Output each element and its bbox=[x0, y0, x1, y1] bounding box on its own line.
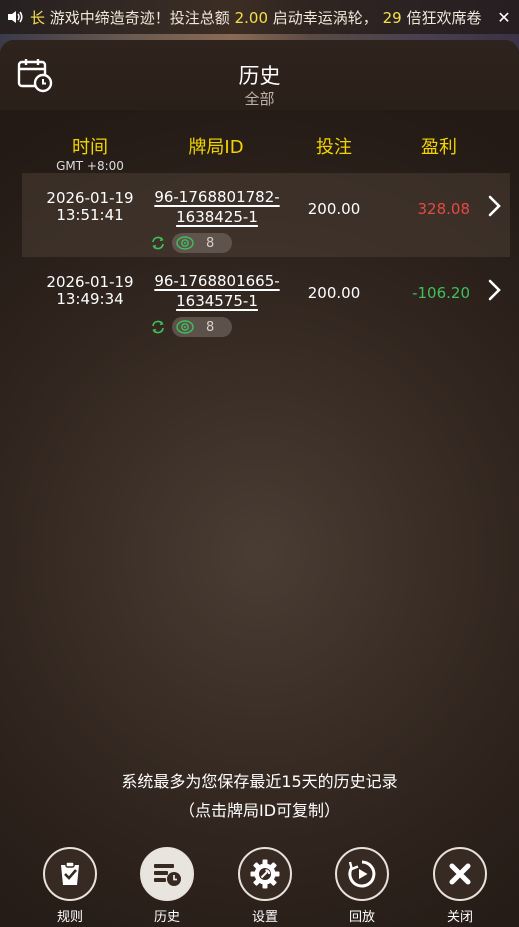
free-spin-count: 8 bbox=[206, 319, 215, 335]
row-datetime: 2026-01-19 13:49:34 bbox=[40, 274, 140, 308]
settings-button[interactable] bbox=[238, 847, 292, 901]
column-time-label: 时间 bbox=[72, 137, 108, 158]
nav-rules-label: 规则 bbox=[56, 910, 83, 925]
replay-button[interactable] bbox=[335, 847, 389, 901]
row-profit: -106.20 bbox=[412, 284, 470, 302]
row-bet: 200.00 bbox=[307, 284, 361, 302]
row-date: 2026-01-19 bbox=[46, 189, 134, 207]
table-header: 时间 GMT +8:00 牌局ID 投注 盈利 bbox=[0, 133, 519, 173]
round-id-line-2: 1634575-1 bbox=[176, 292, 258, 310]
table-row[interactable]: 2026-01-19 13:49:34 96-1768801665- 16345… bbox=[22, 257, 510, 341]
table-row[interactable]: 2026-01-19 13:51:41 96-1768801782- 16384… bbox=[22, 173, 510, 257]
row-profit: 328.08 bbox=[417, 200, 471, 218]
copy-hint: （点击牌局ID可复制） bbox=[178, 801, 341, 820]
row-date: 2026-01-19 bbox=[46, 273, 134, 291]
row-bet: 200.00 bbox=[307, 200, 361, 218]
refresh-icon bbox=[152, 320, 164, 334]
column-bet: 投注 bbox=[316, 137, 352, 158]
marquee-part-3: 倍狂欢席卷 bbox=[406, 8, 482, 27]
column-profit: 盈利 bbox=[421, 137, 457, 158]
column-round-id: 牌局ID bbox=[188, 137, 244, 158]
marquee-part-2: 启动幸运涡轮， bbox=[272, 8, 378, 27]
retention-note: 系统最多为您保存最近15天的历史记录 bbox=[121, 772, 398, 791]
nav-settings-label: 设置 bbox=[251, 910, 278, 925]
nav-replay[interactable]: 回放 bbox=[322, 847, 402, 925]
filter-subtitle[interactable]: 全部 bbox=[0, 88, 519, 109]
history-button[interactable] bbox=[140, 847, 194, 901]
nav-settings[interactable]: 设置 bbox=[225, 847, 305, 925]
gear-icon bbox=[250, 859, 280, 889]
replay-icon bbox=[348, 860, 376, 888]
announcement-marquee: 长 游戏中缔造奇迹！投注总额 2.00 启动幸运涡轮， 29 倍狂欢席卷 ✕ bbox=[0, 0, 519, 34]
nav-close[interactable]: 关闭 bbox=[420, 847, 500, 925]
marquee-text: 长 游戏中缔造奇迹！投注总额 2.00 启动幸运涡轮， 29 倍狂欢席卷 bbox=[30, 7, 489, 28]
chevron-right-icon[interactable] bbox=[484, 277, 506, 303]
free-spin-badge: 8 bbox=[172, 317, 232, 337]
nav-rules[interactable]: 规则 bbox=[30, 847, 110, 925]
row-meta: 8 bbox=[150, 317, 232, 337]
page-title: 历史 bbox=[238, 64, 281, 88]
eye-icon bbox=[176, 236, 194, 250]
round-id-line-2: 1638425-1 bbox=[176, 208, 258, 226]
nav-close-label: 关闭 bbox=[446, 910, 473, 925]
round-id-link[interactable]: 96-1768801782- 1638425-1 bbox=[150, 187, 284, 227]
eye-icon bbox=[176, 320, 194, 334]
nav-history[interactable]: 历史 bbox=[127, 847, 207, 925]
speaker-icon bbox=[0, 0, 30, 34]
round-id-line-1: 96-1768801782- bbox=[154, 188, 280, 206]
free-spin-count: 8 bbox=[206, 235, 215, 251]
bottom-nav: 规则 历史 设置 回放 关闭 bbox=[0, 847, 519, 927]
row-time: 13:49:34 bbox=[56, 290, 124, 308]
marquee-part-1: 游戏中缔造奇迹！投注总额 bbox=[49, 8, 230, 27]
close-button[interactable] bbox=[433, 847, 487, 901]
marquee-multiplier: 29 bbox=[382, 8, 402, 27]
round-id-link[interactable]: 96-1768801665- 1634575-1 bbox=[150, 271, 284, 311]
nav-history-label: 历史 bbox=[153, 910, 180, 925]
marquee-bet-amount: 2.00 bbox=[234, 8, 268, 27]
history-header: 历史 全部 bbox=[0, 40, 519, 110]
column-time: 时间 GMT +8:00 bbox=[40, 133, 140, 173]
marquee-prefix: 长 bbox=[30, 8, 46, 27]
chevron-right-icon[interactable] bbox=[484, 193, 506, 219]
history-list-icon bbox=[154, 864, 181, 886]
rules-button[interactable] bbox=[43, 847, 97, 901]
row-time: 13:51:41 bbox=[56, 206, 124, 224]
history-panel: 历史 全部 时间 GMT +8:00 牌局ID 投注 盈利 2026-01-19… bbox=[0, 40, 519, 927]
marquee-close-icon[interactable]: ✕ bbox=[489, 0, 519, 34]
nav-replay-label: 回放 bbox=[348, 910, 375, 925]
refresh-icon bbox=[152, 236, 164, 250]
row-datetime: 2026-01-19 13:51:41 bbox=[40, 190, 140, 224]
row-meta: 8 bbox=[150, 233, 232, 253]
free-spin-badge: 8 bbox=[172, 233, 232, 253]
round-id-line-1: 96-1768801665- bbox=[154, 272, 280, 290]
timezone-label: GMT +8:00 bbox=[56, 159, 124, 173]
clipboard-check-icon bbox=[61, 861, 79, 885]
close-icon bbox=[449, 863, 471, 885]
